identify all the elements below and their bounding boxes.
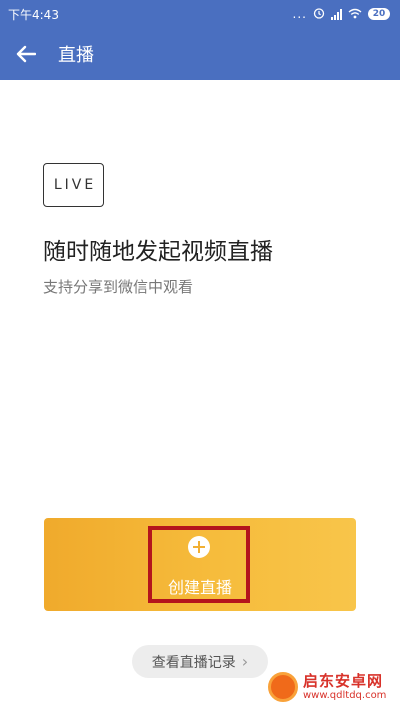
- status-icons: ... 20: [293, 7, 390, 21]
- create-live-button[interactable]: 创建直播: [44, 518, 356, 611]
- chevron-right-icon: ›: [241, 651, 249, 671]
- watermark-url: www.qdltdq.com: [303, 689, 387, 701]
- watermark-title: 启东安卓网: [303, 672, 384, 691]
- watermark: 启东安卓网 www.qdltdq.com: [268, 665, 398, 709]
- status-bar: 下午4:43 ... 20: [0, 0, 400, 28]
- wifi-icon: [348, 8, 362, 21]
- live-logo: LIVE: [43, 163, 104, 207]
- more-dots: ...: [292, 7, 307, 21]
- alarm-icon: [313, 7, 325, 21]
- watermark-logo-icon: [268, 672, 298, 702]
- create-live-label: 创建直播: [167, 578, 232, 597]
- app-bar: 直播: [0, 28, 400, 80]
- subline: 支持分享到微信中观看: [43, 278, 194, 296]
- signal-icon: [331, 8, 342, 20]
- back-button[interactable]: [0, 28, 52, 80]
- view-history-label: 查看直播记录: [151, 654, 236, 671]
- plus-icon: [188, 536, 210, 558]
- page-title: 直播: [58, 45, 94, 66]
- watermark-text: 启东安卓网 www.qdltdq.com: [303, 673, 386, 701]
- status-time: 下午4:43: [8, 7, 59, 22]
- battery-icon: 20: [368, 8, 390, 20]
- arrow-left-icon: [16, 45, 36, 63]
- view-history-button[interactable]: 查看直播记录 ›: [132, 645, 268, 678]
- headline: 随时随地发起视频直播: [43, 239, 273, 265]
